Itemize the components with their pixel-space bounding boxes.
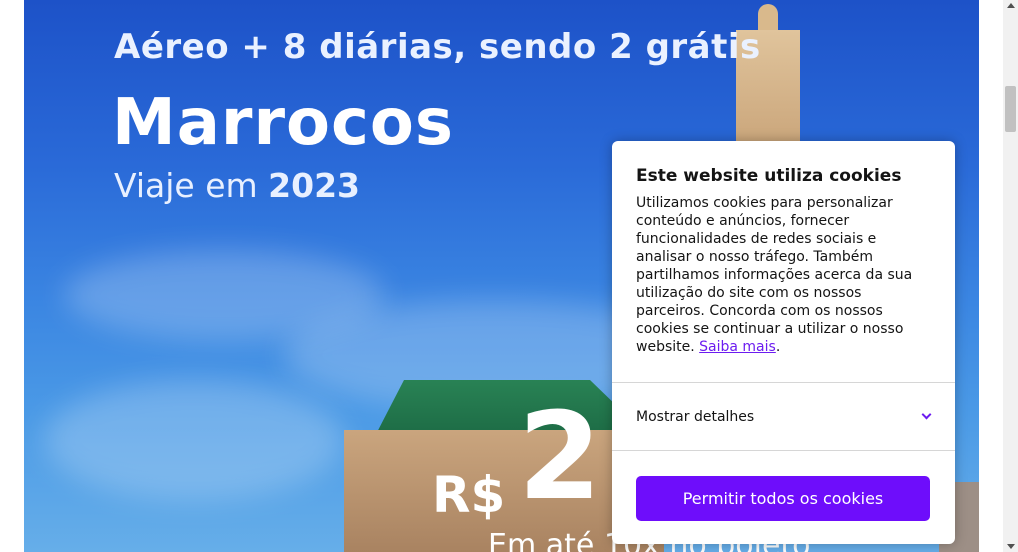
price-currency: R$: [432, 466, 506, 524]
cookie-dialog-content: Este website utiliza cookies Utilizamos …: [612, 141, 955, 382]
show-details-toggle[interactable]: Mostrar detalhes: [612, 383, 955, 450]
scroll-up-icon[interactable]: [1007, 3, 1015, 8]
scrollbar-thumb[interactable]: [1005, 86, 1016, 132]
banner-title: Marrocos: [112, 86, 454, 160]
allow-all-cookies-button[interactable]: Permitir todos os cookies: [636, 476, 930, 521]
banner-headline: Aéreo + 8 diárias, sendo 2 grátis: [114, 27, 761, 67]
cookie-dialog-title: Este website utiliza cookies: [636, 166, 902, 186]
banner-subtitle: Viaje em 2023: [114, 166, 360, 205]
chevron-down-icon[interactable]: [921, 409, 932, 420]
cookie-dialog-text: Utilizamos cookies para personalizar con…: [636, 194, 933, 356]
headline-number: 8: [282, 27, 307, 67]
headline-prefix: Aéreo +: [114, 27, 283, 67]
scroll-down-icon[interactable]: [1007, 544, 1015, 549]
headline-suffix: diárias, sendo 2 grátis: [306, 27, 761, 67]
cookie-consent-dialog: Este website utiliza cookies Utilizamos …: [612, 141, 955, 544]
page: Aéreo + 8 diárias, sendo 2 grátis Marroc…: [0, 0, 1018, 552]
learn-more-link[interactable]: Saiba mais: [699, 339, 776, 355]
subtitle-year: 2023: [268, 166, 360, 205]
cookie-actions: Permitir todos os cookies: [612, 451, 955, 521]
page-scrollbar[interactable]: [1003, 0, 1018, 552]
cloud-decoration: [44, 380, 344, 500]
cookie-body-end: .: [775, 339, 781, 355]
show-details-label: Mostrar detalhes: [636, 408, 755, 425]
cookie-body-text: Utilizamos cookies para personalizar con…: [636, 195, 913, 355]
price-value: 2: [518, 388, 602, 527]
subtitle-prefix: Viaje em: [114, 166, 269, 205]
